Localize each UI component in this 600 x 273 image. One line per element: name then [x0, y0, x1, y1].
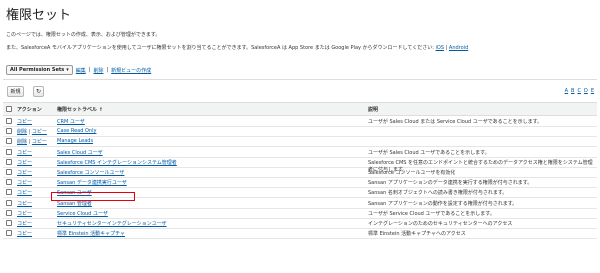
permission-set-description: ユーザが Service Cloud ユーザであることを示します。: [368, 210, 495, 217]
page-description: このページでは、権限セットの作成、表示、および管理ができます。: [6, 32, 161, 38]
ios-link[interactable]: iOS: [436, 45, 445, 51]
permission-set-label-link[interactable]: 標準 Einstein 活動キャプチャ: [57, 230, 125, 237]
mobile-note-text: また、SalesforceA モバイルアプリケーションを使用してユーザに権限セッ…: [6, 45, 434, 51]
highlight-box: [51, 192, 135, 201]
link-separator: |: [445, 45, 448, 51]
row-actions: 削除 | コピー: [17, 138, 47, 145]
divider: [3, 79, 597, 80]
row-checkbox[interactable]: [6, 148, 12, 155]
page-title: 権限セット: [6, 8, 72, 23]
row-checkbox[interactable]: [6, 220, 12, 226]
permission-set-label-link[interactable]: CRM ユーザ: [57, 118, 85, 125]
row-checkbox[interactable]: [6, 179, 12, 186]
refresh-icon[interactable]: ↻: [33, 86, 44, 97]
row-actions: コピー: [17, 210, 32, 217]
alphabet-filter-c[interactable]: C: [577, 88, 581, 94]
row-actions: コピー: [17, 169, 32, 176]
select-all-checkbox[interactable]: [6, 106, 12, 112]
permission-set-label-link[interactable]: Sales Cloud ユーザ: [57, 149, 103, 156]
delete-view-link[interactable]: 削除: [93, 67, 103, 74]
alphabet-filter-d[interactable]: D: [584, 88, 588, 94]
alphabet-filter-b[interactable]: B: [571, 88, 574, 94]
permission-set-label-link[interactable]: Salesforce CMS インテグレーションシステム管理者: [57, 159, 177, 166]
permission-set-label-link[interactable]: Sansan データ連携実行ユーザ: [57, 179, 127, 186]
permission-set-label-link[interactable]: Manage Leads: [57, 138, 93, 144]
row-checkbox[interactable]: [6, 118, 12, 124]
new-view-link[interactable]: 新規ビューの作成: [111, 67, 151, 74]
row-checkbox[interactable]: [6, 199, 12, 206]
copy-link[interactable]: コピー: [17, 119, 32, 125]
permission-set-description: Sansan アプリケーションの動作を設定する権限が付与されます。: [368, 200, 518, 207]
view-separator: |: [106, 67, 109, 73]
row-checkbox[interactable]: [6, 230, 12, 237]
mobile-note: また、SalesforceA モバイルアプリケーションを使用してユーザに権限セッ…: [6, 44, 468, 51]
permission-set-label-link[interactable]: Salesforce コンソールユーザ: [57, 169, 124, 176]
chevron-down-icon: ▾: [66, 67, 69, 73]
permission-set-description: インテグレーションのためのセキュリティセンターへのアクセス: [368, 221, 513, 227]
copy-link[interactable]: コピー: [32, 139, 47, 145]
row-checkbox[interactable]: [6, 189, 12, 196]
row-actions: コピー: [17, 149, 32, 156]
copy-link[interactable]: コピー: [17, 150, 32, 156]
permission-set-label-link[interactable]: Service Cloud ユーザ: [57, 210, 108, 217]
label-column-header[interactable]: 権限セットラベル ↑: [57, 106, 103, 113]
delete-link[interactable]: 削除: [17, 129, 27, 135]
view-bar: All Permission Sets ▾ 編集 | 削除 | 新規ビューの作成: [6, 65, 151, 75]
alphabet-filter-a[interactable]: A: [565, 88, 568, 94]
copy-link[interactable]: コピー: [17, 201, 32, 207]
permission-set-description: ユーザが Sales Cloud または Service Cloud ユーザであ…: [368, 119, 543, 125]
copy-link[interactable]: コピー: [32, 129, 47, 135]
alphabet-filter-e[interactable]: E: [591, 88, 594, 94]
row-actions: コピー: [17, 159, 32, 166]
row-checkbox[interactable]: [6, 209, 12, 216]
row-actions: コピー: [17, 189, 32, 196]
action-column-header: アクション: [17, 107, 42, 113]
view-separator: |: [88, 67, 91, 73]
copy-link[interactable]: コピー: [17, 211, 32, 217]
edit-view-link[interactable]: 編集: [76, 67, 86, 74]
permission-set-description: Salesforce コンソールユーザを有効化: [368, 170, 456, 176]
permission-set-description: Sansan アプリケーションのデータ連携を実行する権限が付与されます。: [368, 180, 533, 187]
alphabet-filter: ABCDE: [565, 88, 594, 94]
row-checkbox[interactable]: [6, 138, 12, 145]
row-actions: コピー: [17, 230, 32, 237]
copy-link[interactable]: コピー: [17, 170, 32, 176]
row-actions: 削除 | コピー: [17, 128, 47, 135]
permission-set-label-link[interactable]: セキュリティセンターインテグレーションユーザ: [57, 220, 167, 227]
row-actions: コピー: [17, 200, 32, 207]
row-actions: コピー: [17, 220, 32, 227]
copy-link[interactable]: コピー: [17, 180, 32, 186]
row-checkbox[interactable]: [6, 128, 12, 135]
copy-link[interactable]: コピー: [17, 190, 32, 196]
android-link[interactable]: Android: [449, 45, 468, 51]
permission-set-description: ユーザが Sales Cloud ユーザであることを示します。: [368, 149, 490, 156]
delete-link[interactable]: 削除: [17, 139, 27, 145]
table-row: コピー 標準 Einstein 活動キャプチャ 標準 Einstein 活動キャプチ…: [3, 228, 597, 240]
description-column-header: 説明: [368, 107, 379, 113]
permission-set-description: Sansan 名刺オブジェクトへの読み書き権限が付与されます。: [368, 190, 508, 197]
row-checkbox[interactable]: [6, 158, 12, 165]
copy-link[interactable]: コピー: [17, 231, 32, 237]
copy-link[interactable]: コピー: [17, 221, 32, 227]
permission-set-label-link[interactable]: Case Read Only: [57, 128, 96, 134]
row-actions: コピー: [17, 179, 32, 186]
view-select-value: All Permission Sets: [10, 67, 65, 73]
new-button[interactable]: 新規: [7, 86, 24, 97]
row-actions: コピー: [17, 118, 32, 125]
copy-link[interactable]: コピー: [17, 160, 32, 166]
row-checkbox[interactable]: [6, 169, 12, 175]
view-select[interactable]: All Permission Sets ▾: [6, 65, 73, 75]
table-header: アクション 権限セットラベル ↑ 説明: [3, 102, 597, 116]
permission-set-description: 標準 Einstein 活動キャプチャへのアクセス: [368, 231, 466, 238]
